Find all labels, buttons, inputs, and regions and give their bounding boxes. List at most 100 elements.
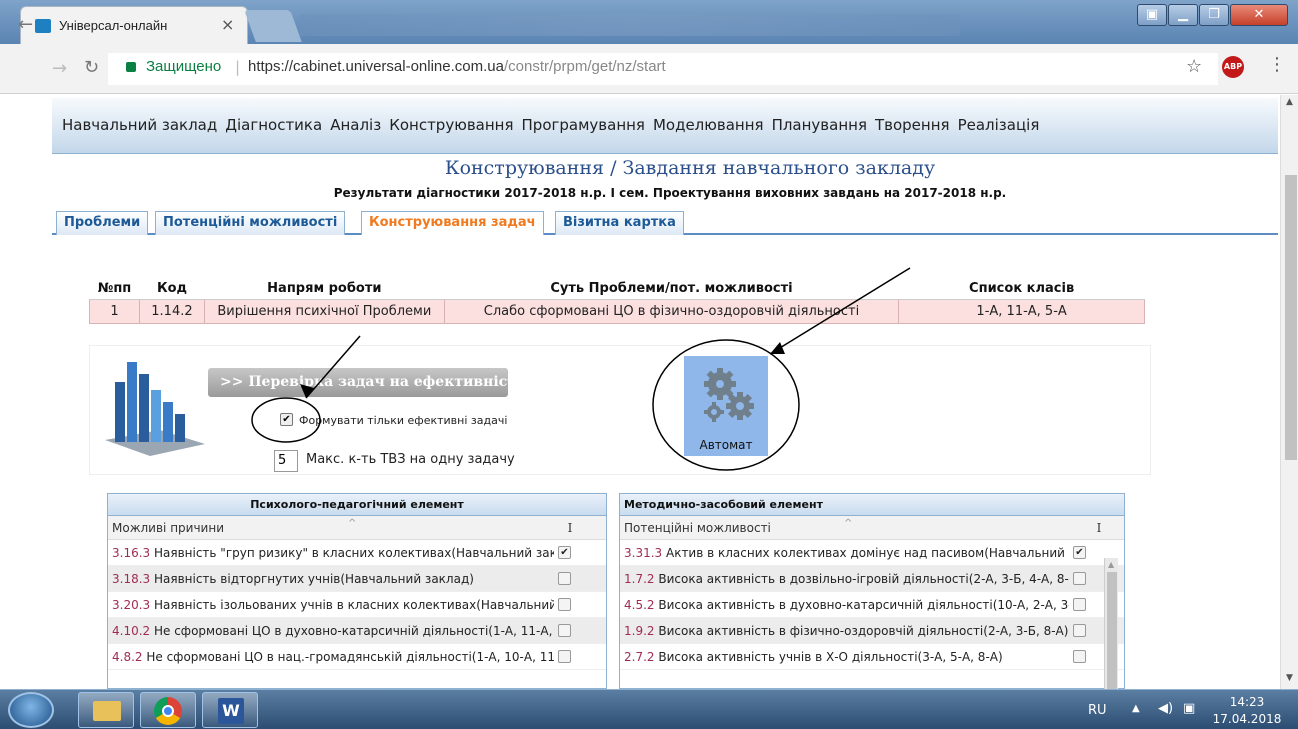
network-icon[interactable]: ▣	[1183, 701, 1195, 716]
item-text: Не сформовані ЦО в духовно-катарсичній д…	[150, 624, 554, 638]
panel-scrollbar[interactable]: ▲	[1104, 558, 1118, 689]
menu-item[interactable]: Моделювання	[653, 116, 764, 134]
select-checkbox[interactable]: ✔	[1073, 546, 1086, 559]
item-code[interactable]: 3.20.3	[112, 598, 150, 612]
select-checkbox[interactable]	[558, 650, 571, 663]
item-code[interactable]: 3.16.3	[112, 546, 150, 560]
close-window-button[interactable]: ✕	[1230, 4, 1288, 26]
item-text: Наявність ізольованих учнів в класних ко…	[153, 598, 554, 612]
restore-icon[interactable]: ▣	[1137, 4, 1167, 26]
panel-title: Психолого-педагогічний елемент	[108, 494, 606, 516]
cell-classes: 1-А, 11-А, 5-А	[898, 299, 1145, 324]
page-scrollbar-thumb[interactable]	[1285, 175, 1297, 460]
list-item[interactable]: 2.7.2 Висока активність учнів в Х-О діял…	[620, 644, 1124, 670]
panel-subheader: Потенційні можливості ^ І	[620, 516, 1124, 540]
item-text: Висока активність в духовно-катарсичній …	[654, 598, 1069, 612]
panel-scrollbar-thumb[interactable]	[1107, 572, 1117, 689]
page-title: Конструювання / Завдання навчального зак…	[444, 157, 936, 179]
select-checkbox[interactable]	[558, 598, 571, 611]
causes-column-header[interactable]: Можливі причини	[112, 516, 224, 540]
item-code[interactable]: 4.8.2	[112, 650, 143, 664]
list-item[interactable]: 3.16.3 Наявність "груп ризику" в класних…	[108, 540, 606, 566]
item-text: Не сформовані ЦО в нац.-громадянській ді…	[142, 650, 554, 664]
item-code[interactable]: 1.9.2	[624, 624, 655, 638]
language-indicator[interactable]: RU	[1088, 703, 1107, 718]
url-text[interactable]: https://cabinet.universal-online.com.ua/…	[248, 58, 666, 75]
browser-tab[interactable]: Універсал-онлайн ×	[20, 6, 248, 44]
main-menu: Навчальний заклад Діагностика Аналіз Констр…	[52, 98, 1278, 154]
tab-potential[interactable]: Потенційні можливості	[155, 211, 346, 235]
list-item-text: 2.7.2 Висока активність учнів в Х-О діял…	[624, 644, 1069, 670]
sort-caret-icon: ^	[348, 518, 357, 529]
col-i-header: І	[1096, 521, 1102, 535]
bookmark-star-icon[interactable]: ☆	[1186, 56, 1202, 77]
menu-item[interactable]: Реалізація	[958, 116, 1040, 134]
col-code: Код	[139, 278, 205, 300]
max-tvz-input[interactable]: 5	[274, 450, 298, 472]
menu-item[interactable]: Діагностика	[225, 116, 322, 134]
list-item-text: 4.8.2 Не сформовані ЦО в нац.-громадянсь…	[112, 644, 554, 670]
select-checkbox[interactable]	[1073, 650, 1086, 663]
scroll-down-icon[interactable]: ▼	[1286, 673, 1293, 683]
list-item[interactable]: 1.7.2 Висока активність в дозвільно-ігро…	[620, 566, 1124, 592]
select-checkbox[interactable]	[1073, 598, 1086, 611]
list-item[interactable]: 3.20.3 Наявність ізольованих учнів в кла…	[108, 592, 606, 618]
item-code[interactable]: 2.7.2	[624, 650, 655, 664]
list-item[interactable]: 4.5.2 Висока активність в духовно-катарс…	[620, 592, 1124, 618]
scroll-up-icon[interactable]: ▲	[1108, 560, 1114, 569]
select-checkbox[interactable]	[558, 624, 571, 637]
url-host: https://cabinet.universal-online.com.ua	[248, 58, 504, 75]
list-item[interactable]: 4.10.2 Не сформовані ЦО в духовно-катарс…	[108, 618, 606, 644]
menu-item[interactable]: Творення	[875, 116, 950, 134]
browser-menu-icon[interactable]: ⋮	[1268, 54, 1286, 75]
col-essence: Суть Проблеми/пот. можливості	[444, 278, 899, 300]
item-code[interactable]: 4.5.2	[624, 598, 655, 612]
control-panel	[89, 345, 1151, 475]
item-code[interactable]: 3.31.3	[624, 546, 662, 560]
select-checkbox[interactable]	[1073, 572, 1086, 585]
reload-icon[interactable]: ↻	[84, 57, 99, 78]
list-item[interactable]: 1.9.2 Висока активність в фізично-оздоро…	[620, 618, 1124, 644]
select-checkbox[interactable]: ✔	[558, 546, 571, 559]
maximize-button[interactable]: ❐	[1199, 4, 1229, 26]
menu-item[interactable]: Планування	[772, 116, 867, 134]
potential-column-header[interactable]: Потенційні можливості	[624, 516, 771, 540]
cell-code: 1.14.2	[138, 299, 205, 324]
tab-task-construction[interactable]: Конструювання задач	[361, 211, 544, 235]
table-row[interactable]: 1 1.14.2 Вирішення психічної Проблеми Сл…	[89, 299, 1145, 324]
tab-close-icon[interactable]: ×	[221, 15, 234, 34]
tab-problems[interactable]: Проблеми	[56, 211, 149, 235]
tray-expand-icon[interactable]: ▲	[1132, 703, 1140, 714]
word-taskbar-icon[interactable]: W	[202, 692, 258, 728]
select-checkbox[interactable]	[1073, 624, 1086, 637]
url-path: /constr/prpm/get/nz/start	[503, 58, 666, 75]
tab-business-card[interactable]: Візитна картка	[555, 211, 684, 235]
secure-label: Защищено	[146, 58, 222, 75]
forward-icon[interactable]: →	[52, 58, 67, 79]
effective-only-checkbox[interactable]: ✔	[280, 413, 293, 426]
check-efficiency-button[interactable]: >> Перевірка задач на ефективність	[208, 368, 525, 397]
adblock-icon[interactable]: ABP	[1222, 56, 1244, 78]
chrome-taskbar-icon[interactable]	[140, 692, 196, 728]
menu-item[interactable]: Програмування	[522, 116, 645, 134]
menu-item[interactable]: Конструювання	[389, 116, 513, 134]
cell-direction: Вирішення психічної Проблеми	[203, 299, 445, 324]
scroll-up-icon[interactable]: ▲	[1286, 97, 1293, 107]
item-code[interactable]: 4.10.2	[112, 624, 150, 638]
list-item[interactable]: 4.8.2 Не сформовані ЦО в нац.-громадянсь…	[108, 644, 606, 670]
item-code[interactable]: 3.18.3	[112, 572, 150, 586]
explorer-taskbar-icon[interactable]	[78, 692, 134, 728]
clock[interactable]: 14:23 17.04.2018	[1212, 694, 1282, 728]
select-checkbox[interactable]	[558, 572, 571, 585]
volume-icon[interactable]: ◀)	[1158, 701, 1173, 716]
start-button[interactable]	[8, 692, 54, 728]
auto-label: Автомат	[699, 438, 753, 452]
item-code[interactable]: 1.7.2	[624, 572, 655, 586]
page-scrollbar[interactable]: ▲ ▼	[1280, 95, 1298, 689]
list-item[interactable]: 3.31.3 Актив в класних колективах доміну…	[620, 540, 1124, 566]
back-icon[interactable]: ←	[18, 14, 33, 35]
list-item[interactable]: 3.18.3 Наявність відторгнутих учнів(Навч…	[108, 566, 606, 592]
minimize-button[interactable]: ▁	[1168, 4, 1198, 26]
menu-item[interactable]: Аналіз	[330, 116, 381, 134]
menu-item[interactable]: Навчальний заклад	[62, 116, 217, 134]
